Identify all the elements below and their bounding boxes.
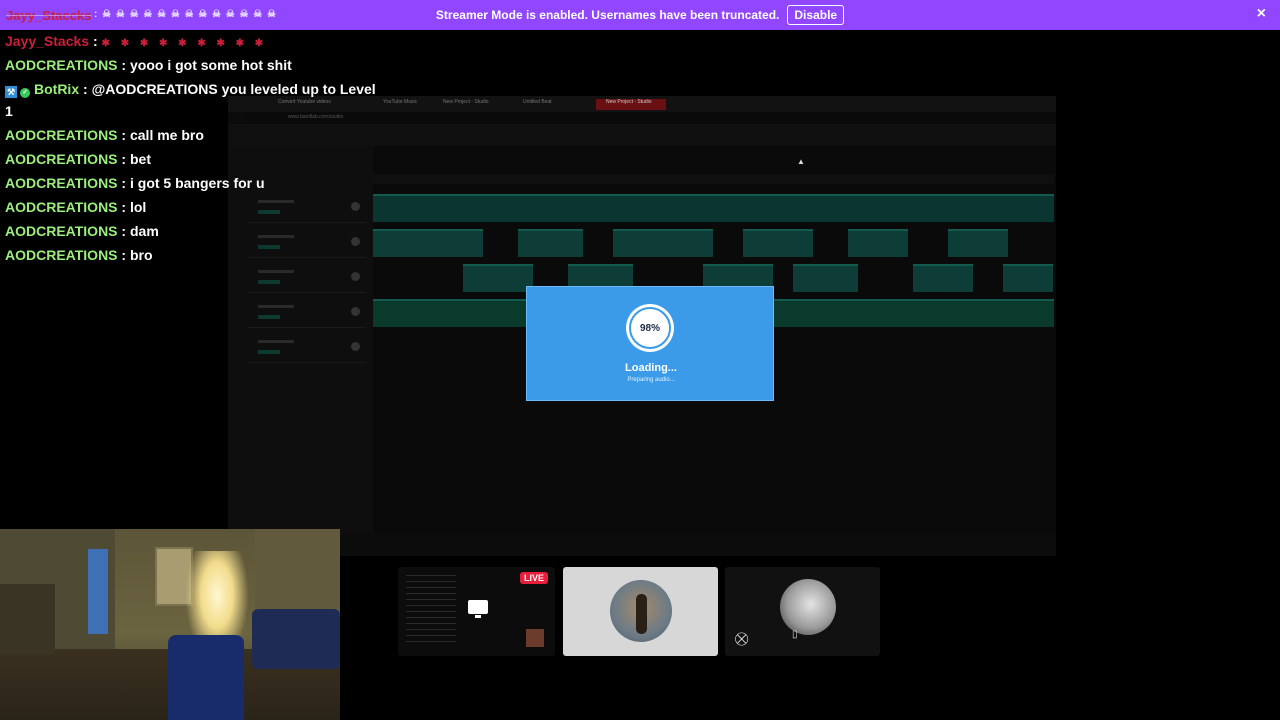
track-lane: [373, 192, 1054, 222]
progress-percent: 98%: [639, 322, 660, 334]
chat-text: yooo i got some hot shit: [129, 57, 292, 73]
chat-message: AODCREATIONS : bet: [5, 150, 151, 168]
chat-message-continuation: 1: [5, 102, 13, 120]
chat-message: Jayy_Stacks : ✱ ✱ ✱ ✱ ✱ ✱ ✱ ✱ ✱: [5, 32, 267, 53]
chat-text: bet: [129, 151, 151, 167]
chat-username: AODCREATIONS: [5, 151, 118, 167]
progress-ring: 98%: [626, 304, 674, 352]
timeline-ruler: [373, 174, 1054, 184]
chat-separator: :: [117, 127, 130, 143]
chat-text: lol: [129, 199, 147, 215]
loading-subtitle: Preparing audio...: [627, 377, 675, 383]
browser-tab-active: New Project - Studio: [596, 99, 666, 110]
monitor-icon: [468, 600, 488, 618]
banner-chat-emotes: : ☠ ☠ ☠ ☠ ☠ ☠ ☠ ☠ ☠ ☠ ☠ ☠ ☠: [94, 9, 277, 20]
daw-footer: [228, 534, 1056, 556]
chat-text: call me bro: [129, 127, 204, 143]
streamer-mode-banner: Jayy_Staccks : ☠ ☠ ☠ ☠ ☠ ☠ ☠ ☠ ☠ ☠ ☠ ☠ ☠…: [0, 0, 1280, 30]
chat-separator: :: [117, 223, 130, 239]
track-header: [248, 192, 366, 223]
chat-separator: :: [117, 57, 130, 73]
browser-tab: Untitled Beat: [523, 99, 552, 105]
chat-message: AODCREATIONS : lol: [5, 198, 146, 216]
chat-separator: :: [117, 247, 130, 263]
chat-message: ⚒ ✓ BotRix : @AODCREATIONS you leveled up …: [5, 80, 376, 98]
chat-username: AODCREATIONS: [5, 199, 118, 215]
chat-text: 1: [5, 103, 13, 119]
chat-separator: :: [89, 33, 102, 49]
browser-tab-bar: Convert Youtube videos YouTube Music New…: [228, 96, 1056, 112]
chat-separator: :: [117, 151, 130, 167]
participant-camera-tile[interactable]: [563, 567, 718, 656]
streamer-mode-message: Streamer Mode is enabled. Usernames have…: [435, 8, 780, 22]
chat-separator: :: [79, 81, 92, 97]
banner-chat-username: Jayy_Staccks: [6, 8, 92, 23]
avatar: [780, 579, 836, 635]
chat-username: AODCREATIONS: [5, 127, 118, 143]
chat-username: AODCREATIONS: [5, 247, 118, 263]
mic-icon: ▯: [792, 629, 798, 640]
track-lane: [373, 227, 1054, 257]
chat-username: Jayy_Stacks: [5, 33, 90, 49]
chat-username: AODCREATIONS: [5, 57, 118, 73]
disable-streamer-mode-button[interactable]: Disable: [787, 5, 845, 25]
close-icon[interactable]: ×: [1257, 6, 1266, 22]
chat-separator: :: [117, 199, 130, 215]
webcam-feed: [0, 529, 340, 720]
chat-separator: :: [117, 175, 130, 191]
browser-url: www.bandlab.com/studio: [288, 114, 344, 120]
chat-message: AODCREATIONS : i got 5 bangers for u: [5, 174, 265, 192]
chat-text: bro: [129, 247, 153, 263]
verified-check-icon: ✓: [20, 88, 30, 98]
mic-muted-icon: ⛒: [735, 631, 749, 646]
chat-username: AODCREATIONS: [5, 175, 118, 191]
chat-text: dam: [129, 223, 159, 239]
loading-card: 98% Loading... Preparing audio...: [526, 286, 774, 401]
chat-emotes: ✱ ✱ ✱ ✱ ✱ ✱ ✱ ✱ ✱: [101, 38, 268, 49]
chat-message: AODCREATIONS : dam: [5, 222, 159, 240]
mouse-cursor-icon: ▲: [797, 157, 805, 166]
daw-toolbar: [228, 124, 1056, 146]
track-header: [248, 297, 366, 328]
chat-username: BotRix: [34, 81, 80, 97]
live-badge: LIVE: [520, 572, 549, 584]
track-header: [248, 227, 366, 258]
bot-badge-icon: ⚒: [5, 86, 17, 98]
chat-message: AODCREATIONS : bro: [5, 246, 153, 264]
track-header: [248, 332, 366, 363]
chat-message: AODCREATIONS : call me bro: [5, 126, 204, 144]
avatar: [610, 580, 672, 642]
chat-username: AODCREATIONS: [5, 223, 118, 239]
screen-share-tile[interactable]: LIVE: [398, 567, 555, 656]
loading-title: Loading...: [625, 362, 677, 374]
browser-tab: Convert Youtube videos: [278, 99, 331, 105]
browser-tab: New Project - Studio: [443, 99, 489, 105]
participant-avatar-tile[interactable]: ⛒ ▯: [725, 567, 880, 656]
chat-text: @AODCREATIONS you leveled up to Level: [91, 81, 376, 97]
track-header: [248, 262, 366, 293]
chat-message: AODCREATIONS : yooo i got some hot shit: [5, 56, 292, 74]
chat-text: i got 5 bangers for u: [129, 175, 265, 191]
